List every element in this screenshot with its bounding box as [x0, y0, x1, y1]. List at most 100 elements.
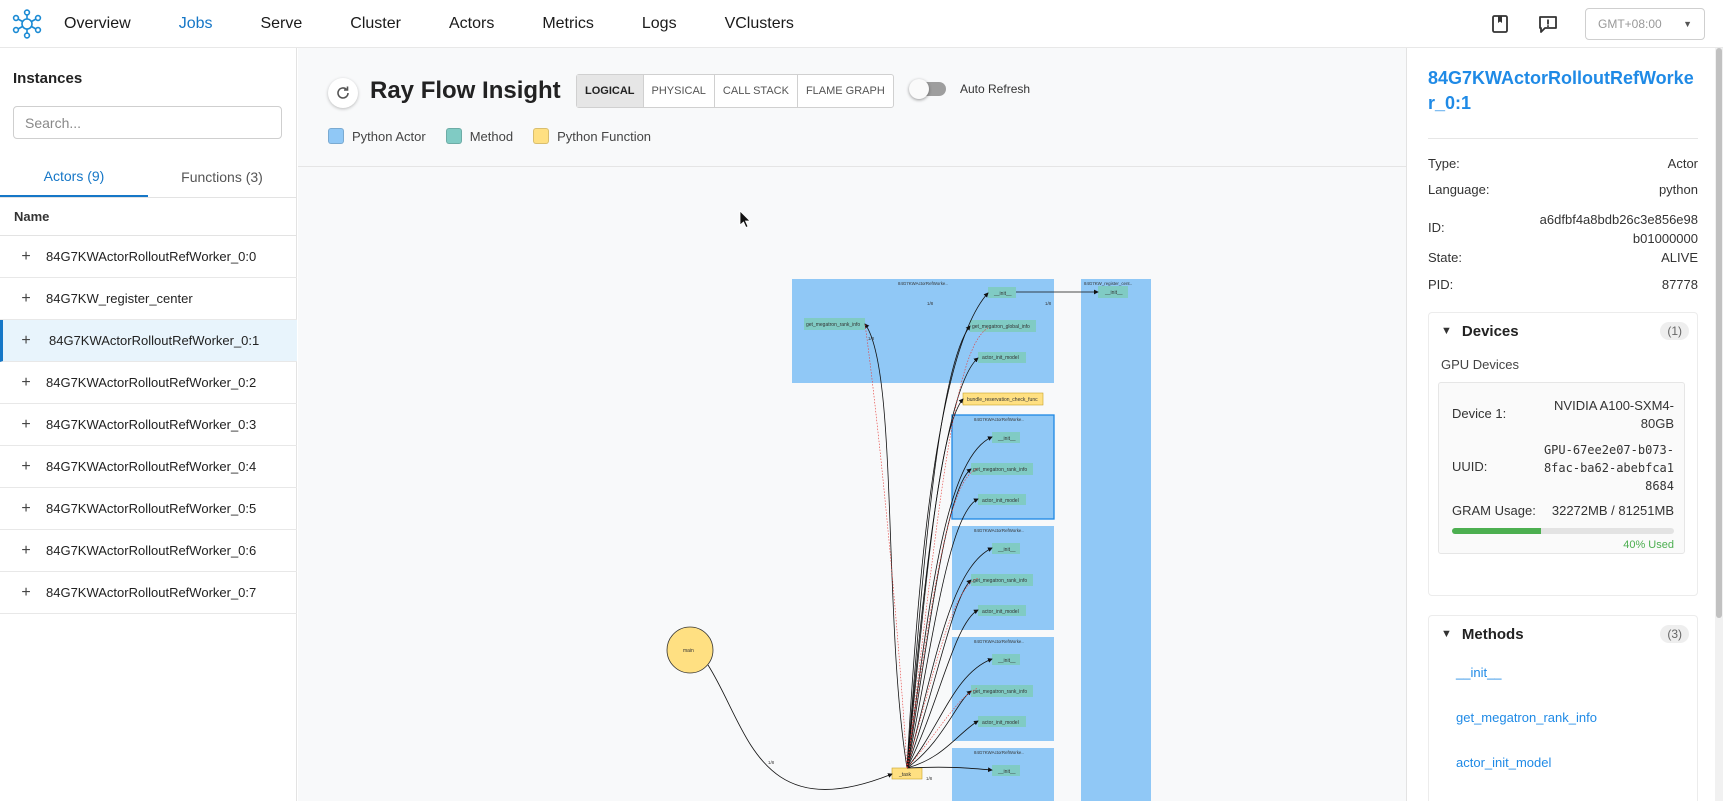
nav-vclusters[interactable]: VClusters — [725, 15, 794, 33]
list-item-label: 84G7KW_register_center — [46, 291, 193, 306]
devices-title: Devices — [1461, 322, 1519, 340]
expand-plus-icon[interactable]: + — [16, 290, 36, 308]
auto-refresh-toggle[interactable] — [909, 79, 946, 99]
nav-jobs[interactable]: Jobs — [179, 15, 213, 33]
gpu-device-row: Device 1: NVIDIA A100-SXM4-80GB — [1452, 397, 1674, 433]
method-node-label: actor_init_model — [982, 355, 1019, 361]
list-item-selected[interactable]: +84G7KWActorRolloutRefWorker_0:1 — [0, 320, 297, 362]
view-flame-graph-button[interactable]: FLAME GRAPH — [798, 75, 893, 107]
actor-node-selected[interactable]: 84G7KWActorRefWorke.. __init__ get_megat… — [951, 414, 1055, 520]
detail-pid-row: PID: 87778 — [1428, 277, 1698, 292]
actor-node-label: 84G7KWActorRefWorke.. — [974, 750, 1024, 755]
docs-book-icon[interactable] — [1489, 13, 1511, 35]
gpu-key: Device 1: — [1452, 406, 1507, 421]
edge-label: 1/8 — [768, 760, 775, 765]
tab-functions[interactable]: Functions (3) — [148, 156, 296, 197]
refresh-button[interactable] — [328, 78, 358, 108]
method-node-label: get_megatron_rank_info — [806, 322, 860, 328]
expand-plus-icon[interactable]: + — [16, 542, 36, 560]
methods-card: ▼ Methods (3) __init__ get_megatron_rank… — [1428, 615, 1698, 801]
view-logical-button[interactable]: LOGICAL — [577, 75, 644, 107]
method-link-actor-init-model[interactable]: actor_init_model — [1456, 755, 1551, 770]
gpu-gram-value: 32272MB / 81251MB — [1551, 503, 1674, 518]
panel-scrollbar[interactable] — [1715, 48, 1723, 801]
expand-plus-icon[interactable]: + — [16, 332, 36, 350]
list-item[interactable]: +84G7KWActorRolloutRefWorker_0:3 — [0, 404, 297, 446]
view-physical-button[interactable]: PHYSICAL — [644, 75, 715, 107]
feedback-icon[interactable] — [1537, 13, 1559, 35]
page-title: Ray Flow Insight — [370, 77, 561, 104]
legend-label: Python Function — [557, 128, 652, 144]
method-node-label: __init__ — [997, 769, 1016, 775]
instances-list: +84G7KWActorRolloutRefWorker_0:0 +84G7KW… — [0, 236, 297, 614]
method-node-label: get_megatron_rank_info — [973, 578, 1027, 584]
tab-actors[interactable]: Actors (9) — [0, 156, 148, 197]
list-item-label: 84G7KWActorRolloutRefWorker_0:1 — [49, 333, 260, 348]
main-area: Ray Flow Insight LOGICAL PHYSICAL CALL S… — [298, 48, 1406, 801]
methods-card-header[interactable]: ▼ Methods (3) — [1429, 616, 1697, 652]
list-item-label: 84G7KWActorRolloutRefWorker_0:5 — [46, 501, 257, 516]
actor-detail-panel: 84G7KWActorRolloutRefWorker_0:1 Type: Act… — [1406, 48, 1723, 801]
nav-cluster[interactable]: Cluster — [350, 15, 401, 33]
register-center-label: 84G7KW_register_cent.. — [1084, 281, 1132, 286]
detail-state-value: ALIVE — [1661, 250, 1698, 265]
list-item-label: 84G7KWActorRolloutRefWorker_0:3 — [46, 417, 257, 432]
register-center-node[interactable] — [1081, 279, 1151, 801]
gpu-devices-label: GPU Devices — [1441, 357, 1520, 372]
expand-plus-icon[interactable]: + — [16, 458, 36, 476]
ray-logo-icon[interactable] — [12, 8, 42, 39]
toggle-knob — [909, 79, 929, 99]
list-item-label: 84G7KWActorRolloutRefWorker_0:6 — [46, 543, 257, 558]
collapse-triangle-icon: ▼ — [1441, 628, 1452, 640]
method-node-label: actor_init_model — [982, 498, 1019, 504]
actor-node[interactable]: 84G7KWActorRefWorke.. __init__ get_megat… — [952, 526, 1054, 630]
method-node-label: get_megatron_rank_info — [973, 467, 1027, 473]
expand-plus-icon[interactable]: + — [16, 374, 36, 392]
view-call-stack-button[interactable]: CALL STACK — [715, 75, 798, 107]
list-item[interactable]: +84G7KW_register_center — [0, 278, 297, 320]
auto-refresh-label: Auto Refresh — [960, 82, 1031, 96]
nav-overview[interactable]: Overview — [64, 15, 131, 33]
devices-card-header[interactable]: ▼ Devices (1) — [1429, 313, 1697, 349]
list-item[interactable]: +84G7KWActorRolloutRefWorker_0:0 — [0, 236, 297, 278]
legend-swatch — [533, 128, 550, 144]
gpu-key: GRAM Usage: — [1452, 503, 1536, 518]
edge-label: 1/8 — [926, 776, 933, 781]
gpu-device-box: Device 1: NVIDIA A100-SXM4-80GB UUID: GPU-… — [1438, 382, 1685, 554]
gpu-uuid-value: GPU-67ee2e07-b073-8fac-ba62-abebfca18684 — [1543, 443, 1674, 493]
nav-logs[interactable]: Logs — [642, 15, 677, 33]
detail-key: Type: — [1428, 156, 1460, 171]
edge-label: 1/8 — [1045, 301, 1052, 306]
nav-serve[interactable]: Serve — [260, 15, 302, 33]
instances-search-input[interactable] — [13, 106, 282, 139]
actor-node[interactable]: 84G7KWActorRefWorke.. __init__ get_megat… — [952, 637, 1054, 741]
expand-plus-icon[interactable]: + — [16, 416, 36, 434]
detail-state-row: State: ALIVE — [1428, 250, 1698, 265]
legend-label: Python Actor — [352, 128, 426, 144]
list-item[interactable]: +84G7KWActorRolloutRefWorker_0:7 — [0, 572, 297, 614]
gpu-gram-row: GRAM Usage: 32272MB / 81251MB — [1452, 503, 1674, 518]
actor-node[interactable]: 84G7KWActorRefWorke.. __init__ — [952, 748, 1054, 801]
timezone-value: GMT+08:00 — [1598, 17, 1662, 31]
list-item[interactable]: +84G7KWActorRolloutRefWorker_0:4 — [0, 446, 297, 488]
expand-plus-icon[interactable]: + — [16, 584, 36, 602]
method-link-init[interactable]: __init__ — [1456, 665, 1502, 680]
mouse-cursor-icon — [739, 210, 751, 229]
actor-detail-title[interactable]: 84G7KWActorRolloutRefWorker_0:1 — [1428, 66, 1698, 116]
flow-graph-canvas[interactable]: 84G7KWActorRefWorke.. get_megatron_rank_… — [298, 168, 1406, 801]
method-node-label: __init__ — [993, 291, 1012, 297]
expand-plus-icon[interactable]: + — [16, 248, 36, 266]
methods-title: Methods — [1461, 625, 1524, 643]
list-item[interactable]: +84G7KWActorRolloutRefWorker_0:2 — [0, 362, 297, 404]
expand-plus-icon[interactable]: + — [16, 500, 36, 518]
timezone-select[interactable]: GMT+08:00 ▼ — [1585, 8, 1705, 40]
instances-sidebar: Instances Actors (9) Functions (3) Name … — [0, 48, 297, 801]
nav-actors[interactable]: Actors — [449, 15, 494, 33]
list-item[interactable]: +84G7KWActorRolloutRefWorker_0:6 — [0, 530, 297, 572]
list-item-label: 84G7KWActorRolloutRefWorker_0:2 — [46, 375, 257, 390]
detail-key: Language: — [1428, 182, 1490, 197]
scrollbar-thumb[interactable] — [1716, 48, 1722, 618]
method-link-get-megatron-rank-info[interactable]: get_megatron_rank_info — [1456, 710, 1597, 725]
nav-metrics[interactable]: Metrics — [542, 15, 594, 33]
list-item[interactable]: +84G7KWActorRolloutRefWorker_0:5 — [0, 488, 297, 530]
